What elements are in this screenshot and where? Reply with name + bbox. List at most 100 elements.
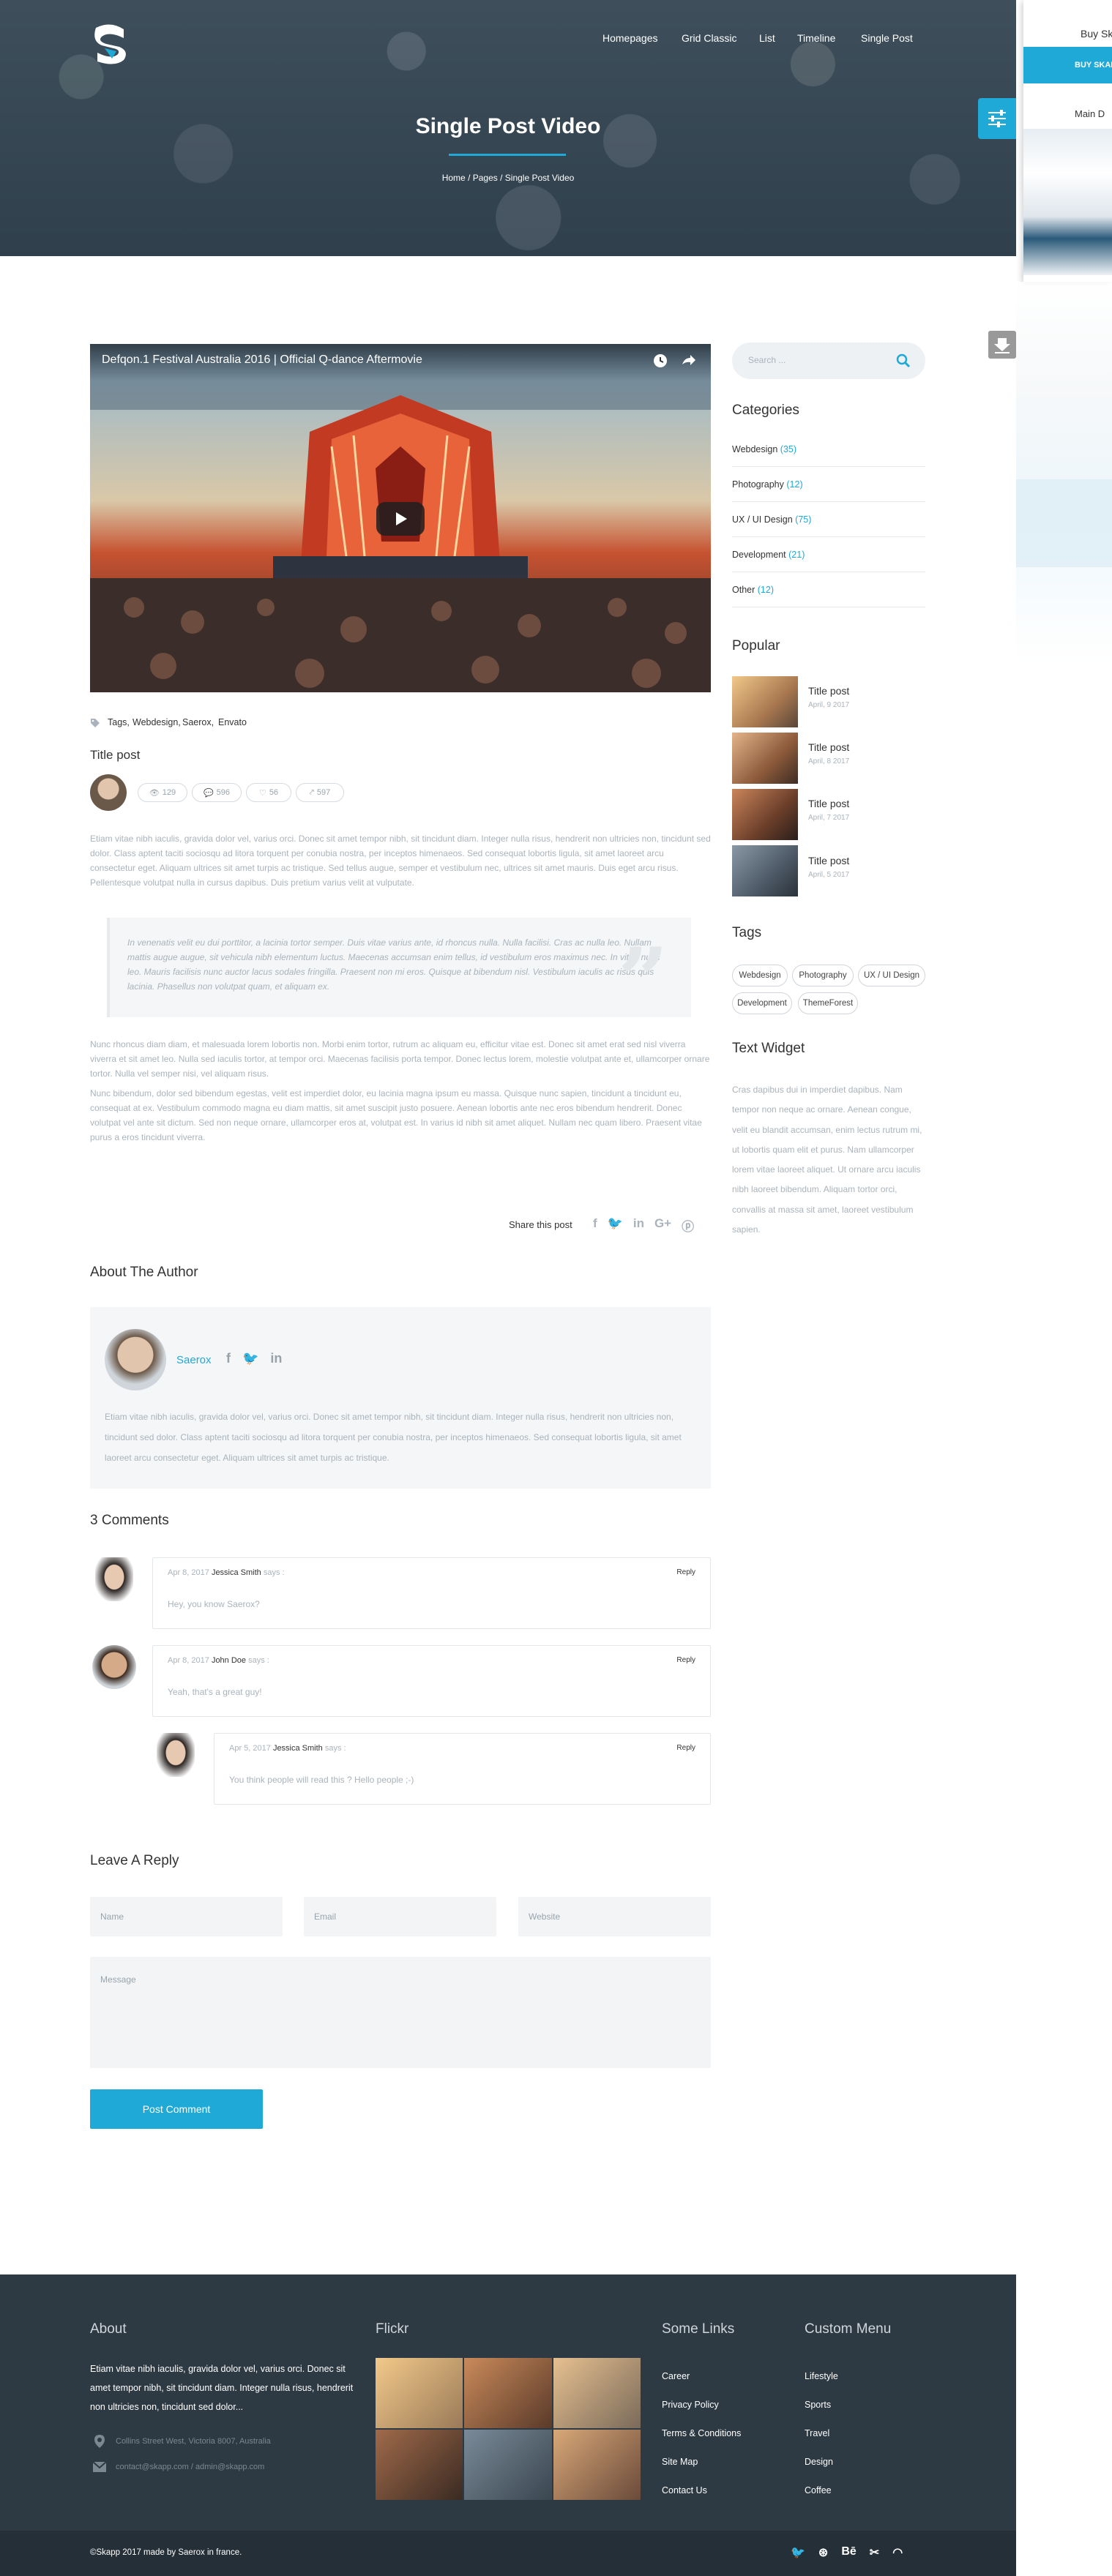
tag-photography[interactable]: Photography [792,965,854,986]
tag-ux-ui-design[interactable]: UX / UI Design [858,965,925,986]
category-webdesign[interactable]: Webdesign (35) [732,432,925,467]
nav-list[interactable]: List [759,32,775,44]
category-count: (35) [780,443,797,454]
footer-link-terms[interactable]: Terms & Conditions [662,2419,741,2448]
video-title[interactable]: Defqon.1 Festival Australia 2016 | Offic… [102,353,422,367]
shares-counter[interactable]: ⤤ 597 [296,783,344,802]
comment-author[interactable]: John Doe [212,1656,246,1665]
search-icon[interactable] [896,353,911,368]
popular-thumbnail[interactable] [732,845,798,896]
post-tag-envato[interactable]: Envato [218,717,247,727]
flickr-photo[interactable] [376,2358,463,2428]
twitter-icon[interactable]: 🐦 [608,1216,623,1235]
breadcrumb-pages[interactable]: Pages [473,173,498,183]
comment-date: Apr 5, 2017 [229,1744,271,1753]
category-development[interactable]: Development (21) [732,537,925,572]
buy-button[interactable]: BUY SKAP [1023,47,1112,83]
popular-thumbnail[interactable] [732,676,798,727]
popular-title[interactable]: Title post [808,798,849,809]
post-comment-button[interactable]: Post Comment [90,2089,263,2129]
flickr-photo[interactable] [553,2430,641,2500]
breadcrumb-current: Single Post Video [504,173,575,183]
category-other[interactable]: Other (12) [732,572,925,607]
website-field[interactable]: Website [518,1897,711,1936]
tag-webdesign[interactable]: Webdesign [732,965,788,986]
nav-homepages[interactable]: Homepages [602,32,658,44]
footer-about-heading: About [90,2321,127,2337]
settings-toggle-button[interactable] [978,98,1016,139]
footer-link-sitemap[interactable]: Site Map [662,2448,741,2476]
popular-title[interactable]: Title post [808,855,849,866]
message-field[interactable]: Message [90,1957,711,2068]
logo[interactable] [90,22,131,66]
author-avatar[interactable] [105,1329,166,1390]
footer-link-career[interactable]: Career [662,2362,741,2391]
comment-author[interactable]: Jessica Smith [212,1568,261,1577]
comments-counter[interactable]: 💬 596 [192,783,242,802]
popular-thumbnail[interactable] [732,789,798,840]
play-button[interactable] [376,502,425,536]
email-field[interactable]: Email [304,1897,496,1936]
post-tag-webdesign[interactable]: Webdesign, [133,717,181,727]
linkedin-icon[interactable]: in [270,1351,282,1366]
category-ux-ui-design[interactable]: UX / UI Design (75) [732,502,925,537]
footer-link-privacy[interactable]: Privacy Policy [662,2391,741,2419]
video-player[interactable]: Defqon.1 Festival Australia 2016 | Offic… [90,344,711,692]
popular-title[interactable]: Title post [808,741,849,753]
play-icon [396,512,407,525]
linkedin-icon[interactable]: in [633,1216,644,1235]
popular-date: April, 7 2017 [808,814,850,822]
download-button[interactable] [988,331,1016,359]
twitter-icon[interactable]: 🐦 [791,2545,805,2560]
post-tag-saerox[interactable]: Saerox, [182,717,214,727]
name-field[interactable]: Name [90,1897,283,1936]
dribbble-icon[interactable]: ⊛ [818,2545,828,2560]
demo-preview-image[interactable] [1023,129,1112,275]
author-socials: f 🐦 in [226,1351,282,1366]
footer-menu-sports[interactable]: Sports [805,2391,838,2419]
tag-themeforest[interactable]: ThemeForest [798,992,858,1014]
behance-icon[interactable]: Bē [841,2545,856,2560]
breadcrumb-home[interactable]: Home [442,173,466,183]
popular-thumbnail[interactable] [732,733,798,784]
popular-date: April, 8 2017 [808,757,850,765]
nav-timeline[interactable]: Timeline [797,32,835,44]
footer-menu-design[interactable]: Design [805,2448,838,2476]
footer-email[interactable]: contact@skapp.com / admin@skapp.com [116,2463,264,2471]
facebook-icon[interactable]: f [593,1216,597,1235]
flickr-photo[interactable] [553,2358,641,2428]
footer-menu-travel[interactable]: Travel [805,2419,838,2448]
footer-menu-lifestyle[interactable]: Lifestyle [805,2362,838,2391]
nav-grid-classic[interactable]: Grid Classic [682,32,736,44]
google-plus-icon[interactable]: G+ [654,1216,671,1235]
page-title: Single Post Video [415,114,601,138]
share-icon[interactable] [680,353,696,369]
nav-single-post[interactable]: Single Post [861,32,913,44]
likes-counter[interactable]: ♡ 56 [246,783,291,802]
footer-link-contact[interactable]: Contact Us [662,2476,741,2505]
comment-author[interactable]: Jessica Smith [273,1744,323,1753]
flickr-photo[interactable] [464,2358,552,2428]
watch-later-icon[interactable] [652,353,668,369]
flickr-photo[interactable] [376,2430,463,2500]
rss-icon[interactable]: ◠ [892,2545,903,2560]
facebook-icon[interactable]: f [226,1351,231,1366]
tag-development[interactable]: Development [732,992,792,1014]
reply-link[interactable]: Reply [676,1656,695,1664]
demo-subtitle: Main D [1075,108,1105,119]
comment-says: says : [263,1568,285,1577]
reply-link[interactable]: Reply [676,1568,695,1576]
pinterest-icon[interactable]: ⓟ [682,1216,694,1235]
popular-title[interactable]: Title post [808,685,849,697]
footer-menu-coffee[interactable]: Coffee [805,2476,838,2505]
post-author-avatar[interactable] [90,774,127,811]
flickr-photo[interactable] [464,2430,552,2500]
reply-link[interactable]: Reply [676,1744,695,1752]
search-input[interactable]: Search ... [748,355,786,365]
text-widget-heading: Text Widget [732,1041,805,1056]
twitter-icon[interactable]: 🐦 [242,1351,258,1366]
jsfiddle-icon[interactable]: ✂ [870,2545,879,2560]
category-photography[interactable]: Photography (12) [732,467,925,502]
footer-about-text: Etiam vitae nibh iaculis, gravida dolor … [90,2364,354,2412]
author-name[interactable]: Saerox [176,1354,212,1366]
